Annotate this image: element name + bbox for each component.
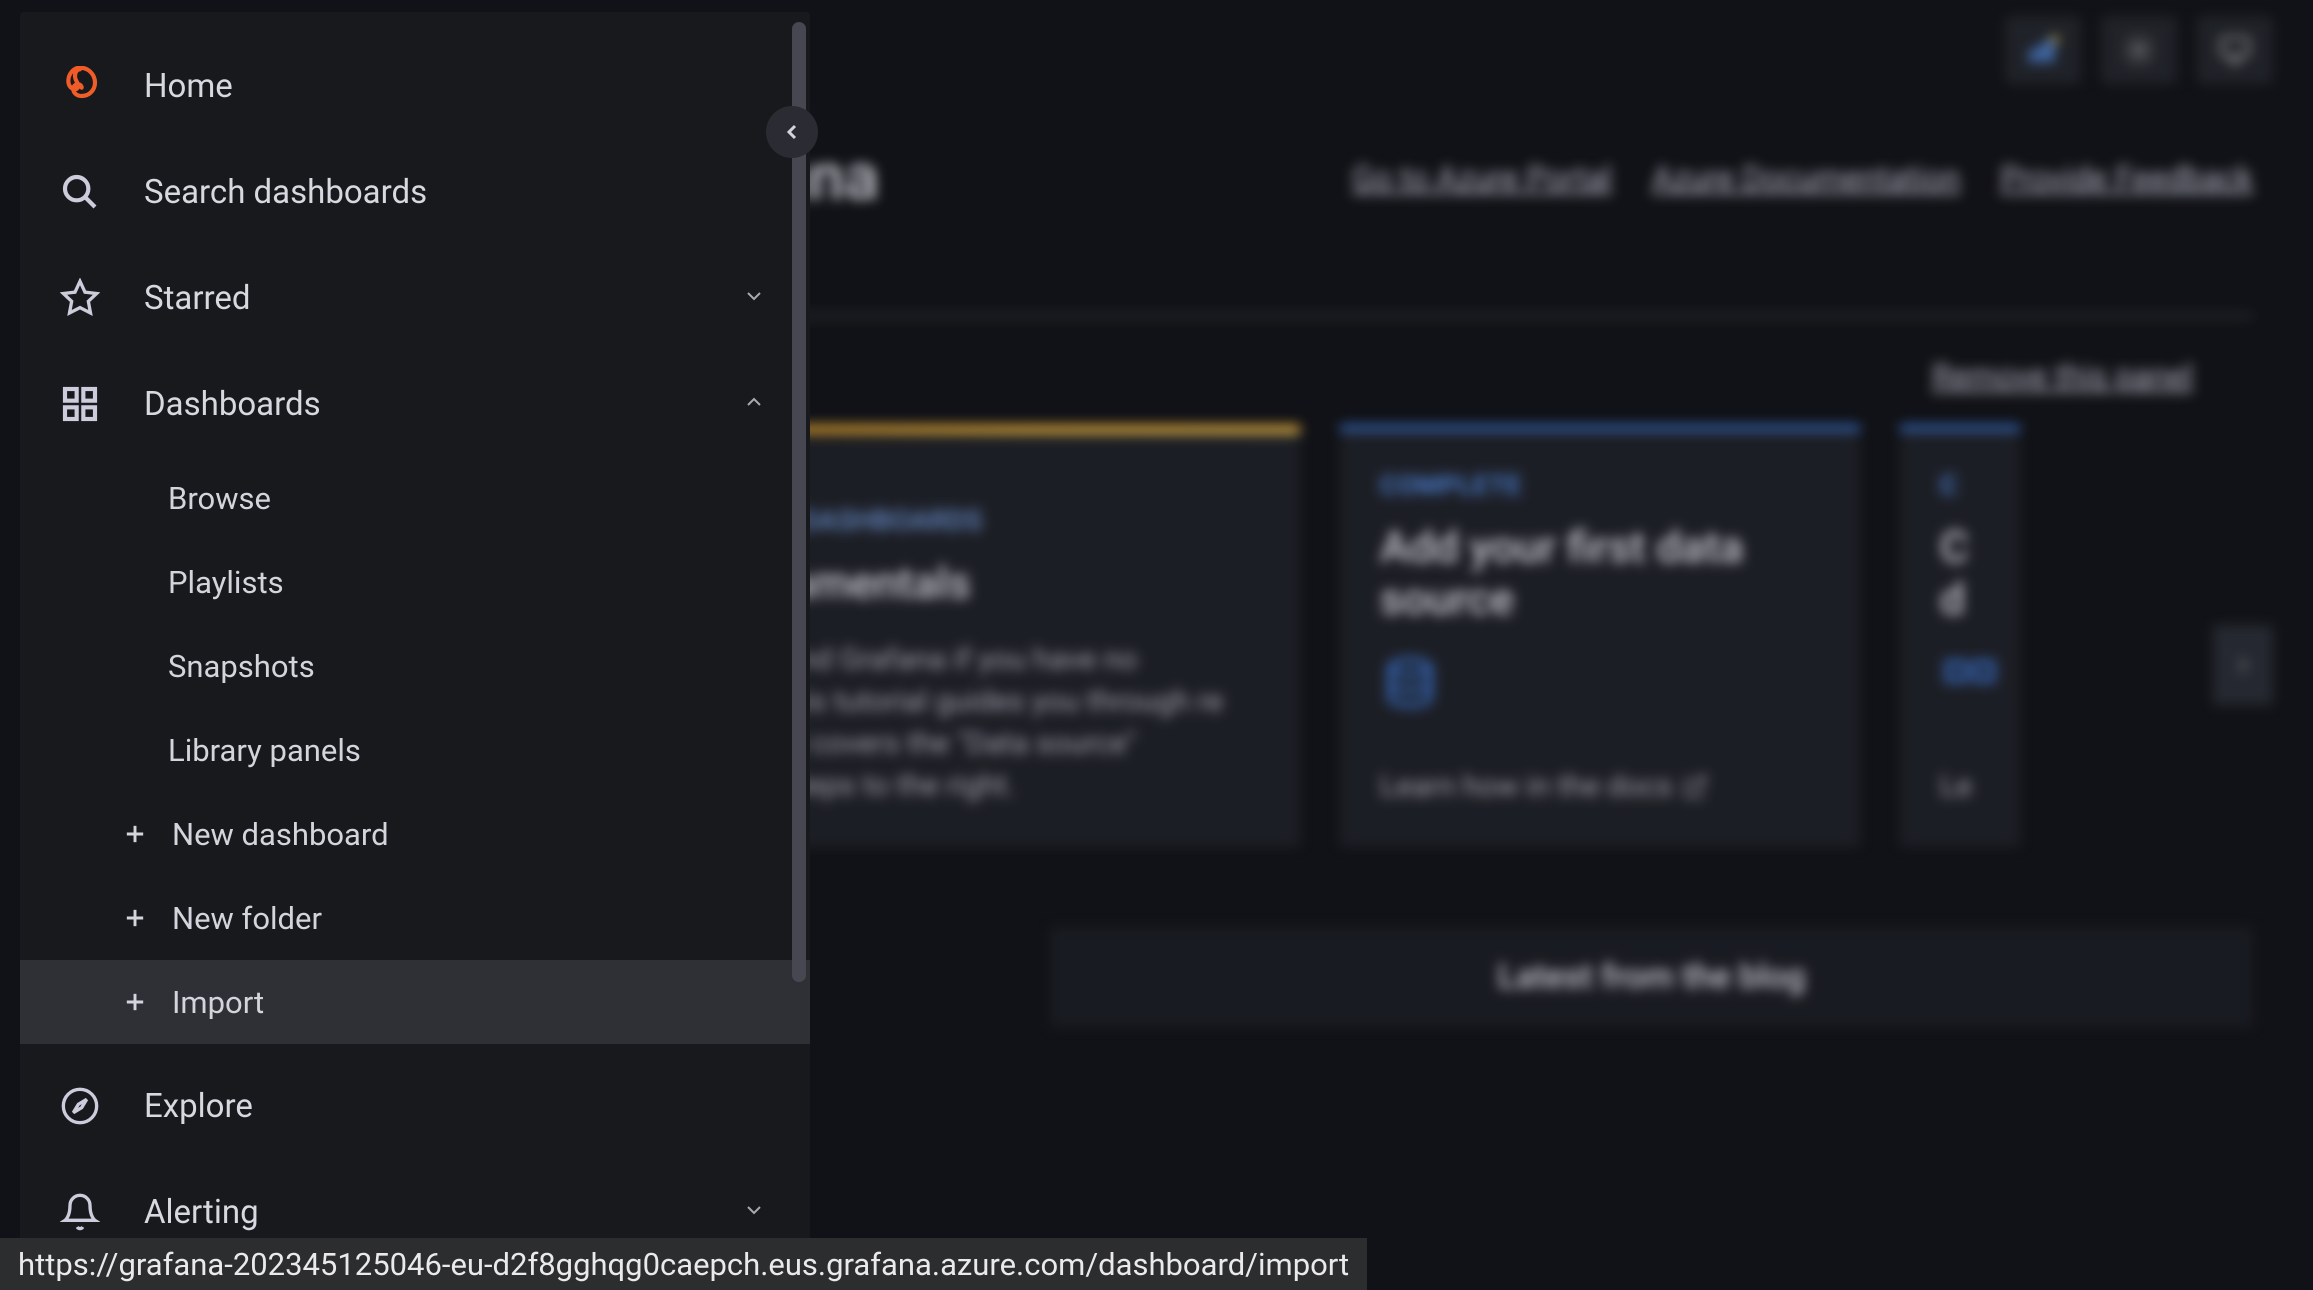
sidebar-collapse-button[interactable] [766,106,818,158]
card-link[interactable]: Le [1940,769,1980,804]
sidebar-item-explore[interactable]: Explore [20,1062,810,1150]
grafana-logo-icon [60,66,100,106]
chevron-up-icon [742,390,770,418]
subnav-label: Import [172,984,264,1021]
plus-icon [120,987,150,1017]
dashboards-icon [60,384,100,424]
chevron-down-icon [742,284,770,312]
link-azure-portal[interactable]: Go to Azure Portal [1352,159,1612,197]
monitor-button[interactable] [2197,16,2273,84]
card-data-source[interactable]: COMPLETE Add your first data source Lear… [1340,425,1860,847]
blog-title: Latest from the blog [1090,957,2213,997]
dashboards-subnav: Browse Playlists Snapshots Library panel… [20,456,810,1044]
sidebar-scrollbar[interactable] [792,22,806,982]
card-title: Add your first data source [1380,521,1820,625]
plus-icon [120,819,150,849]
sidebar-label: Dashboards [144,385,698,424]
dashboard-icon [1940,655,1980,719]
subnav-new-folder[interactable]: New folder [20,876,810,960]
card-title: d [1940,573,1980,625]
subnav-import[interactable]: Import [20,960,810,1044]
link-feedback[interactable]: Provide Feedback [2000,159,2253,197]
card-title: C [1940,521,1980,573]
cards-scroll-right[interactable] [2213,625,2273,705]
panel-add-button[interactable] [2005,16,2081,84]
bell-icon [60,1192,100,1232]
star-icon [60,278,100,318]
sidebar-label: Alerting [144,1193,698,1232]
sidebar-nav: Home Search dashboards Starred Dashboard… [20,12,810,1278]
sidebar-item-dashboards[interactable]: Dashboards [20,360,810,448]
sidebar-label: Explore [144,1087,770,1126]
subnav-label: Snapshots [168,648,315,685]
sidebar-item-home[interactable]: Home [20,42,810,130]
subnav-browse[interactable]: Browse [20,456,810,540]
subnav-label: New dashboard [172,816,389,853]
subnav-new-dashboard[interactable]: New dashboard [20,792,810,876]
subnav-label: New folder [172,900,322,937]
page-header: d Grafana Go to Azure Portal Azure Docum… [600,140,2253,275]
subnav-snapshots[interactable]: Snapshots [20,624,810,708]
subnav-library-panels[interactable]: Library panels [20,708,810,792]
card-eyebrow: C [1940,471,1980,501]
card-dashboard-partial[interactable]: C C d Le [1900,425,2020,847]
subnav-label: Library panels [168,732,361,769]
subnav-label: Playlists [168,564,284,601]
link-azure-docs[interactable]: Azure Documentation [1652,159,1960,197]
sidebar-item-search[interactable]: Search dashboards [20,148,810,236]
chevron-down-icon [742,1198,770,1226]
sidebar-item-starred[interactable]: Starred [20,254,810,342]
subnav-label: Browse [168,480,271,517]
remove-panel-link[interactable]: Remove this panel [1932,357,2193,395]
search-icon [60,172,100,212]
settings-button[interactable] [2101,16,2177,84]
compass-icon [60,1086,100,1126]
blog-panel: Latest from the blog [1050,927,2253,1027]
card-eyebrow: COMPLETE [1380,471,1820,501]
subnav-playlists[interactable]: Playlists [20,540,810,624]
status-bar-url: https://grafana-202345125046-eu-d2f8gghq… [0,1238,1367,1290]
card-link[interactable]: Learn how in the docs [1380,769,1820,804]
sidebar-label: Search dashboards [144,173,770,212]
sidebar-label: Starred [144,279,698,318]
database-icon [1380,655,1820,719]
plus-icon [120,903,150,933]
sidebar-label: Home [144,67,770,106]
